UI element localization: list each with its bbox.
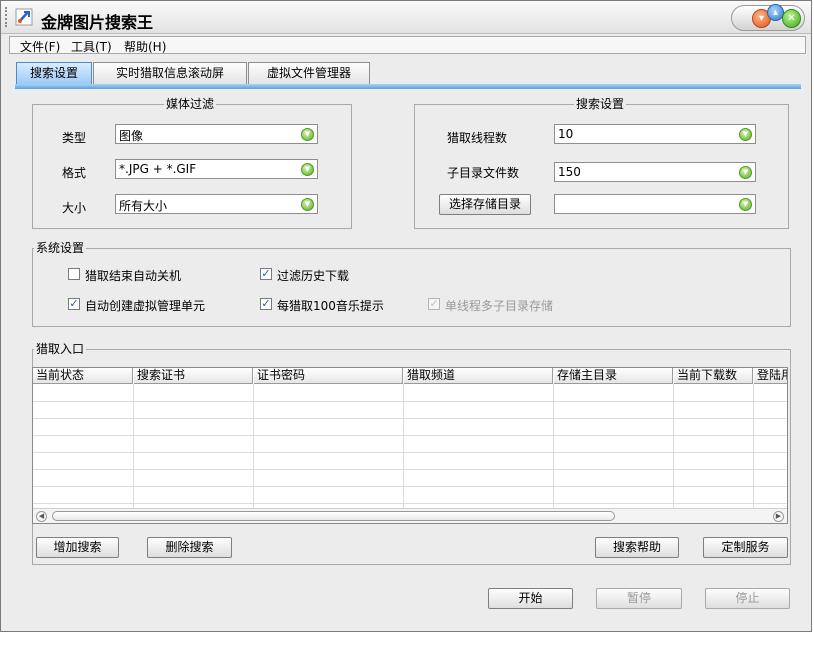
scrollbar-thumb[interactable] <box>52 511 615 521</box>
system-settings-legend: 系统设置 <box>34 241 87 255</box>
type-label: 类型 <box>62 131 87 145</box>
single-thread-multi-subdir-label: 单线程多子目录存储 <box>445 299 554 313</box>
entry-table[interactable]: 当前状态 搜索证书 证书密码 猎取频道 存储主目录 当前下载数 登陆用 ◀ ▶ <box>32 367 788 524</box>
add-search-button[interactable]: 增加搜索 <box>36 537 119 558</box>
choose-storage-dir-button[interactable]: 选择存储目录 <box>439 194 531 215</box>
stop-button: 停止 <box>705 588 790 609</box>
title-bar[interactable]: 金牌图片搜索王 ▾ ▴ ✕ <box>1 1 811 34</box>
chevron-down-icon[interactable]: ▼ <box>739 198 752 211</box>
table-row[interactable] <box>33 401 787 402</box>
tab-virtual-file-manager[interactable]: 虚拟文件管理器 <box>248 62 370 84</box>
table-row[interactable] <box>33 486 787 487</box>
column-header-password[interactable]: 证书密码 <box>254 368 403 384</box>
pause-button: 暂停 <box>596 588 682 609</box>
column-divider <box>753 384 754 508</box>
column-divider <box>553 384 554 508</box>
menu-file[interactable]: 文件(F) <box>20 38 60 55</box>
chevron-down-icon[interactable]: ▼ <box>739 166 752 179</box>
table-row[interactable] <box>33 452 787 453</box>
table-row[interactable] <box>33 435 787 436</box>
close-button[interactable]: ✕ <box>782 9 801 28</box>
auto-shutdown-label[interactable]: 猎取结束自动关机 <box>85 267 181 284</box>
delete-search-button[interactable]: 删除搜索 <box>147 537 232 558</box>
chevron-down-icon[interactable]: ▼ <box>301 163 314 176</box>
start-button[interactable]: 开始 <box>488 588 573 609</box>
auto-create-virtual-unit-label[interactable]: 自动创建虚拟管理单元 <box>85 297 205 314</box>
column-divider <box>133 384 134 508</box>
menu-bar: 文件(F) 工具(T) 帮助(H) <box>9 36 806 54</box>
custom-service-button[interactable]: 定制服务 <box>703 537 788 558</box>
format-select[interactable]: *.JPG + *.GIF ▼ <box>115 159 318 179</box>
search-help-button[interactable]: 搜索帮助 <box>595 537 679 558</box>
auto-shutdown-checkbox[interactable] <box>68 268 80 280</box>
storage-dir-select[interactable]: ▼ <box>554 194 756 214</box>
search-settings-legend: 搜索设置 <box>574 97 627 111</box>
chevron-down-icon[interactable]: ▼ <box>739 128 752 141</box>
media-filter-legend: 媒体过滤 <box>164 97 217 111</box>
column-header-main-dir[interactable]: 存储主目录 <box>554 368 673 384</box>
filter-history-checkbox[interactable]: ✓ <box>260 268 272 280</box>
column-header-certificate[interactable]: 搜索证书 <box>134 368 253 384</box>
subdir-files-value: 150 <box>558 165 581 179</box>
type-value: 图像 <box>119 129 144 143</box>
column-header-channel[interactable]: 猎取频道 <box>404 368 553 384</box>
subdir-files-label: 子目录文件数 <box>447 166 520 180</box>
table-row[interactable] <box>33 503 787 504</box>
scroll-left-icon[interactable]: ◀ <box>36 511 47 522</box>
column-header-login[interactable]: 登陆用 <box>754 368 787 384</box>
column-header-download-count[interactable]: 当前下载数 <box>674 368 753 384</box>
size-value: 所有大小 <box>119 199 168 213</box>
chevron-down-icon[interactable]: ▼ <box>301 128 314 141</box>
menu-help[interactable]: 帮助(H) <box>124 38 166 55</box>
size-select[interactable]: 所有大小 ▼ <box>115 194 318 214</box>
column-divider <box>403 384 404 508</box>
table-row[interactable] <box>33 469 787 470</box>
threads-select[interactable]: 10 ▼ <box>554 124 756 144</box>
size-label: 大小 <box>62 201 87 215</box>
table-row[interactable] <box>33 418 787 419</box>
music-alert-checkbox[interactable]: ✓ <box>260 298 272 310</box>
menu-tools[interactable]: 工具(T) <box>71 38 112 55</box>
window-title: 金牌图片搜索王 <box>41 13 154 32</box>
tab-strip-line <box>15 84 801 89</box>
scroll-right-icon[interactable]: ▶ <box>773 511 784 522</box>
column-divider <box>253 384 254 508</box>
threads-label: 猎取线程数 <box>447 131 508 145</box>
threads-value: 10 <box>558 127 574 141</box>
tab-search-settings[interactable]: 搜索设置 <box>16 62 92 84</box>
tab-realtime-scroll[interactable]: 实时猎取信息滚动屏 <box>93 62 247 84</box>
music-alert-label[interactable]: 每猎取100音乐提示 <box>277 297 384 314</box>
single-thread-multi-subdir-checkbox: ✓ <box>428 297 440 310</box>
format-value: *.JPG + *.GIF <box>119 162 197 176</box>
type-select[interactable]: 图像 ▼ <box>115 124 318 144</box>
app-logo-icon <box>15 8 33 26</box>
subdir-files-select[interactable]: 150 ▼ <box>554 162 756 182</box>
column-divider <box>673 384 674 508</box>
chevron-down-icon[interactable]: ▼ <box>301 198 314 211</box>
column-header-status[interactable]: 当前状态 <box>33 368 133 384</box>
entry-legend: 猎取入口 <box>34 342 87 356</box>
filter-history-label[interactable]: 过滤历史下载 <box>277 267 349 284</box>
horizontal-scrollbar[interactable]: ◀ ▶ <box>33 508 787 523</box>
auto-create-virtual-unit-checkbox[interactable]: ✓ <box>68 298 80 310</box>
format-label: 格式 <box>62 166 87 180</box>
system-settings-group <box>32 248 791 327</box>
drag-grip[interactable] <box>5 7 12 27</box>
